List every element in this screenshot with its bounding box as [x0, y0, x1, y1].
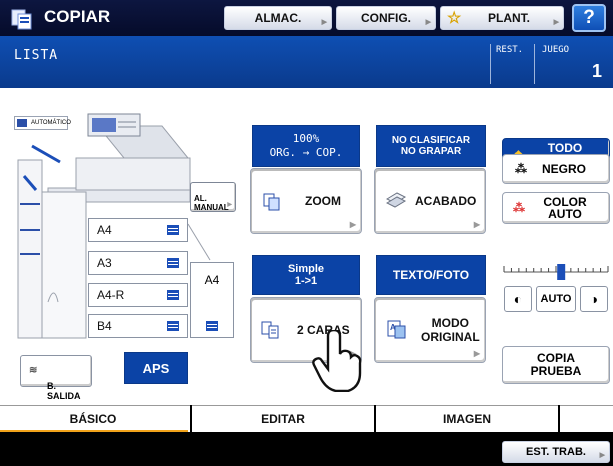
tray-1[interactable]: A4: [88, 218, 188, 242]
sets-value: 1: [592, 61, 603, 81]
job-status-button[interactable]: EST. TRAB. ▶: [502, 441, 610, 463]
paper-level-icon: [167, 258, 179, 268]
config-label: CONFIG.: [361, 11, 411, 25]
status-divider: [490, 44, 491, 84]
original-mode-label: MODO ORIGINAL: [421, 316, 480, 344]
feeder-icon: [17, 119, 27, 127]
tray-2-size: A3: [97, 256, 112, 270]
zoom-icon: [263, 193, 280, 211]
chevron-right-icon: ▶: [227, 202, 232, 208]
chevron-right-icon: ▶: [425, 19, 431, 26]
auto-feeder-button[interactable]: AUTOMÁTICO: [14, 116, 71, 130]
paper-level-icon: [167, 290, 179, 300]
sets-label: JUEGO: [542, 45, 570, 55]
proof-copy-label: COPIA PRUEBA: [530, 351, 582, 378]
store-label: ALMAC.: [254, 11, 302, 25]
tab-image-label: IMAGEN: [443, 412, 491, 426]
tray-3-size: A4-R: [97, 288, 125, 302]
original-mode-button[interactable]: A MODO ORIGINAL ▶: [374, 297, 486, 363]
black-mode-button[interactable]: ⁂ NEGRO: [502, 154, 610, 184]
chevron-right-icon: ▶: [473, 220, 480, 229]
tab-filler: [560, 405, 613, 433]
aps-button[interactable]: APS: [124, 352, 188, 384]
finishing-status: NO CLASIFICAR NO GRAPAR: [376, 125, 486, 167]
half-moon-light-icon: ◐: [513, 291, 523, 307]
tray-2[interactable]: A3: [88, 251, 188, 275]
auto-color-label: COLOR AUTO: [543, 195, 587, 221]
config-button[interactable]: CONFIG. ▶: [336, 6, 436, 30]
zoom-status: 100% ORG. → COP.: [252, 125, 360, 167]
chevron-right-icon: ▶: [599, 452, 605, 459]
black-label: NEGRO: [541, 162, 586, 176]
chevron-right-icon: ▶: [349, 220, 356, 229]
manual-feed-label: AL. MANUAL: [194, 194, 229, 212]
app-title: COPIAR: [44, 7, 111, 26]
zoom-button[interactable]: ZOOM ▶: [250, 168, 362, 234]
hand-pointer-icon: [312, 330, 362, 392]
paper-level-icon: [167, 321, 179, 331]
density-scale: [503, 264, 609, 280]
density-lighter-button[interactable]: ◐: [504, 286, 532, 312]
copier-screen: COPIAR ALMAC. ▶ CONFIG. ▶ ☆ PLANT. ▶ ? LIST…: [0, 0, 613, 466]
exit-tray-label: B. SALIDA: [47, 381, 81, 401]
help-button[interactable]: ?: [572, 4, 606, 32]
half-moon-dark-icon: ◑: [589, 291, 599, 307]
paper-level-icon: [167, 225, 179, 235]
stack-icon: [385, 192, 407, 208]
status-divider: [534, 44, 535, 84]
density-auto-button[interactable]: AUTO: [536, 286, 576, 312]
tray-3[interactable]: A4-R: [88, 283, 188, 307]
density-level-marker[interactable]: [557, 264, 566, 280]
aps-label: APS: [142, 360, 170, 376]
paper-level-icon: [206, 321, 218, 331]
zoom-label: ZOOM: [305, 194, 341, 208]
star-icon: ☆: [447, 10, 462, 27]
tab-edit-label: EDITAR: [261, 412, 305, 426]
tab-basic-label: BÁSICO: [69, 412, 117, 426]
store-button[interactable]: ALMAC. ▶: [224, 6, 332, 30]
density-darker-button[interactable]: ◑: [580, 286, 608, 312]
tray-1-size: A4: [97, 223, 112, 237]
template-button[interactable]: ☆ PLANT. ▶: [440, 6, 564, 30]
chevron-right-icon: ▶: [321, 19, 327, 26]
original-mode-status: TEXTO/FOTO: [376, 255, 486, 295]
status-bar: [0, 36, 613, 88]
duplex-icon: [261, 321, 279, 339]
auto-color-button[interactable]: ⁂ COLOR AUTO: [502, 192, 610, 224]
proof-copy-button[interactable]: COPIA PRUEBA: [502, 346, 610, 384]
auto-feeder-label: AUTOMÁTICO: [31, 120, 71, 126]
finishing-label: ACABADO: [415, 194, 477, 208]
duplex-status: Simple 1->1: [252, 255, 360, 295]
text-photo-icon: A: [387, 320, 406, 339]
help-label: ?: [583, 7, 595, 28]
large-capacity-tray[interactable]: A4: [190, 262, 234, 338]
finishing-button[interactable]: ACABADO ▶: [374, 168, 486, 234]
remaining-label: REST.: [496, 45, 524, 55]
density-auto-label: AUTO: [540, 293, 572, 305]
black-dots-icon: ⁂: [515, 162, 527, 176]
tray-4[interactable]: B4: [88, 314, 188, 338]
tray-4-size: B4: [97, 319, 112, 333]
job-status-label: EST. TRAB.: [526, 446, 586, 458]
auto-color-dots-icon: ⁂: [513, 201, 525, 215]
template-label: PLANT.: [488, 11, 530, 25]
exit-tray-icon: ≋: [29, 365, 38, 376]
exit-tray-button[interactable]: ≋ B. SALIDA: [20, 355, 92, 401]
chevron-right-icon: ▶: [553, 19, 559, 26]
side-tray-size: A4: [204, 273, 220, 287]
chevron-right-icon: ▶: [473, 349, 480, 358]
copy-icon: [11, 9, 32, 30]
status-message: LISTA: [14, 48, 59, 63]
manual-feed-button[interactable]: AL. MANUAL ▶: [190, 182, 236, 212]
